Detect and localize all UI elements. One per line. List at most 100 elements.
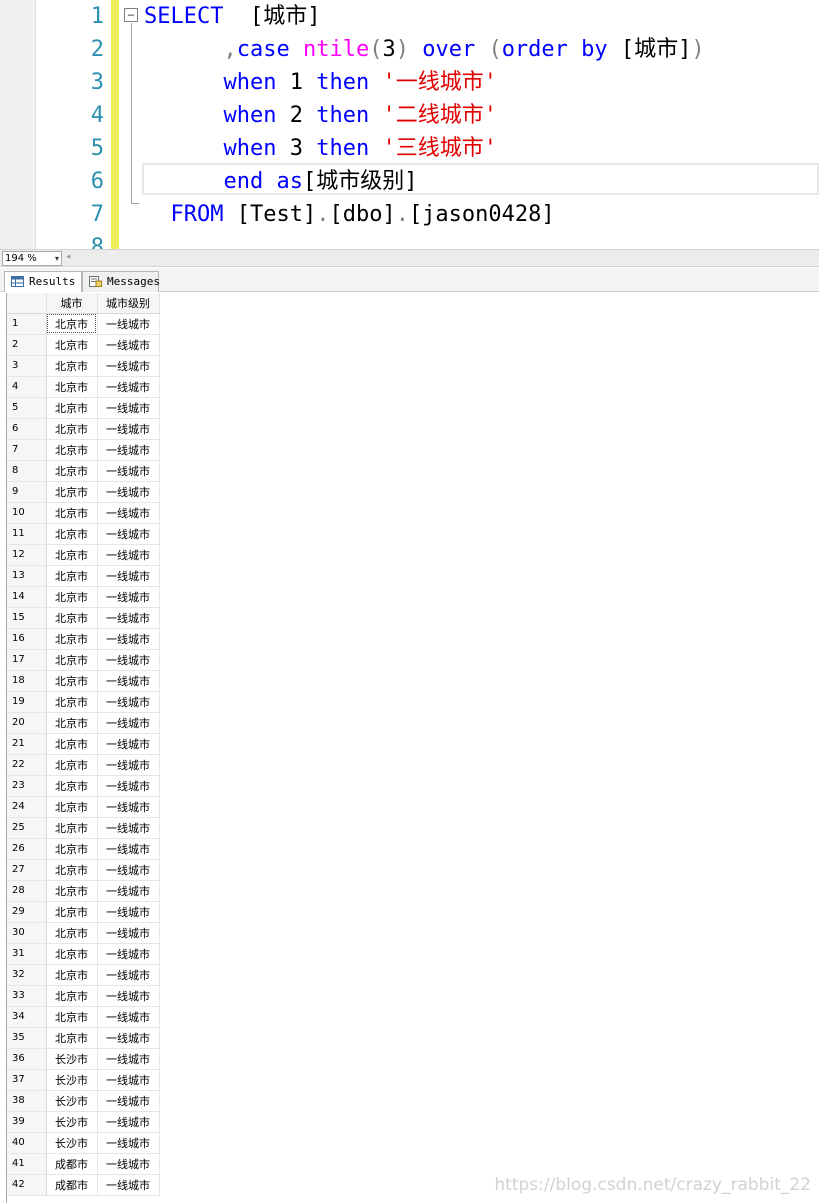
city-level-cell[interactable]: 一线城市 — [97, 313, 160, 335]
city-level-cell[interactable]: 一线城市 — [97, 1069, 160, 1091]
row-number-cell[interactable]: 32 — [7, 964, 47, 986]
row-number-cell[interactable]: 34 — [7, 1006, 47, 1028]
city-cell[interactable]: 北京市 — [46, 607, 98, 629]
row-number-cell[interactable]: 16 — [7, 628, 47, 650]
row-number-cell[interactable]: 42 — [7, 1174, 47, 1196]
city-cell[interactable]: 北京市 — [46, 880, 98, 902]
city-cell[interactable]: 北京市 — [46, 922, 98, 944]
city-level-cell[interactable]: 一线城市 — [97, 796, 160, 818]
city-level-cell[interactable]: 一线城市 — [97, 481, 160, 503]
table-row[interactable]: 34 北京市 一线城市 — [7, 1006, 160, 1028]
row-number-cell[interactable]: 14 — [7, 586, 47, 608]
city-level-cell[interactable]: 一线城市 — [97, 922, 160, 944]
city-cell[interactable]: 北京市 — [46, 796, 98, 818]
city-cell[interactable]: 北京市 — [46, 334, 98, 356]
row-number-cell[interactable]: 1 — [7, 313, 47, 335]
city-level-cell[interactable]: 一线城市 — [97, 628, 160, 650]
city-level-cell[interactable]: 一线城市 — [97, 1090, 160, 1112]
row-number-cell[interactable]: 27 — [7, 859, 47, 881]
city-cell[interactable]: 成都市 — [46, 1174, 98, 1196]
city-level-cell[interactable]: 一线城市 — [97, 523, 160, 545]
row-number-cell[interactable]: 37 — [7, 1069, 47, 1091]
table-row[interactable]: 31 北京市 一线城市 — [7, 943, 160, 965]
row-number-cell[interactable]: 17 — [7, 649, 47, 671]
tab-results[interactable]: Results — [4, 271, 82, 292]
row-number-cell[interactable]: 40 — [7, 1132, 47, 1154]
row-number-cell[interactable]: 5 — [7, 397, 47, 419]
table-row[interactable]: 14 北京市 一线城市 — [7, 586, 160, 608]
table-row[interactable]: 4 北京市 一线城市 — [7, 376, 160, 398]
city-cell[interactable]: 北京市 — [46, 754, 98, 776]
city-level-cell[interactable]: 一线城市 — [97, 397, 160, 419]
city-level-cell[interactable]: 一线城市 — [97, 1174, 160, 1196]
table-row[interactable]: 8 北京市 一线城市 — [7, 460, 160, 482]
row-number-cell[interactable]: 41 — [7, 1153, 47, 1175]
table-row[interactable]: 9 北京市 一线城市 — [7, 481, 160, 503]
city-level-cell[interactable]: 一线城市 — [97, 670, 160, 692]
row-number-cell[interactable]: 3 — [7, 355, 47, 377]
tab-messages[interactable]: Messages — [82, 271, 160, 292]
city-level-cell[interactable]: 一线城市 — [97, 943, 160, 965]
row-number-cell[interactable]: 35 — [7, 1027, 47, 1049]
table-row[interactable]: 13 北京市 一线城市 — [7, 565, 160, 587]
table-row[interactable]: 2 北京市 一线城市 — [7, 334, 160, 356]
city-cell[interactable]: 北京市 — [46, 859, 98, 881]
row-number-cell[interactable]: 20 — [7, 712, 47, 734]
table-row[interactable]: 24 北京市 一线城市 — [7, 796, 160, 818]
row-number-cell[interactable]: 11 — [7, 523, 47, 545]
city-cell[interactable]: 北京市 — [46, 628, 98, 650]
row-number-cell[interactable]: 28 — [7, 880, 47, 902]
results-grid[interactable]: 城市 城市级别 1 北京市 一线城市 2 北京市 一线城市 3 北京市 一线城市 4 北京市 一线城市… — [6, 293, 819, 1203]
city-level-cell[interactable]: 一线城市 — [97, 565, 160, 587]
city-level-cell[interactable]: 一线城市 — [97, 691, 160, 713]
table-row[interactable]: 26 北京市 一线城市 — [7, 838, 160, 860]
table-row[interactable]: 16 北京市 一线城市 — [7, 628, 160, 650]
city-level-cell[interactable]: 一线城市 — [97, 775, 160, 797]
table-row[interactable]: 25 北京市 一线城市 — [7, 817, 160, 839]
row-number-cell[interactable]: 30 — [7, 922, 47, 944]
row-number-cell[interactable]: 10 — [7, 502, 47, 524]
city-cell[interactable]: 北京市 — [46, 985, 98, 1007]
city-level-cell[interactable]: 一线城市 — [97, 649, 160, 671]
city-level-cell[interactable]: 一线城市 — [97, 1132, 160, 1154]
city-cell[interactable]: 北京市 — [46, 397, 98, 419]
city-cell[interactable]: 北京市 — [46, 691, 98, 713]
city-level-cell[interactable]: 一线城市 — [97, 754, 160, 776]
row-number-cell[interactable]: 22 — [7, 754, 47, 776]
row-number-cell[interactable]: 2 — [7, 334, 47, 356]
city-level-cell[interactable]: 一线城市 — [97, 607, 160, 629]
city-level-cell[interactable]: 一线城市 — [97, 838, 160, 860]
column-header-city[interactable]: 城市 — [46, 293, 98, 314]
table-row[interactable]: 41 成都市 一线城市 — [7, 1153, 160, 1175]
row-number-cell[interactable]: 38 — [7, 1090, 47, 1112]
city-level-cell[interactable]: 一线城市 — [97, 985, 160, 1007]
code-line[interactable]: when 2 then '二线城市' — [144, 99, 496, 132]
row-number-cell[interactable]: 36 — [7, 1048, 47, 1070]
table-row[interactable]: 37 长沙市 一线城市 — [7, 1069, 160, 1091]
city-level-cell[interactable]: 一线城市 — [97, 1006, 160, 1028]
column-header-city-level[interactable]: 城市级别 — [97, 293, 160, 314]
row-number-cell[interactable]: 6 — [7, 418, 47, 440]
city-cell[interactable]: 北京市 — [46, 376, 98, 398]
city-cell[interactable]: 北京市 — [46, 439, 98, 461]
city-level-cell[interactable]: 一线城市 — [97, 418, 160, 440]
table-row[interactable]: 19 北京市 一线城市 — [7, 691, 160, 713]
table-row[interactable]: 28 北京市 一线城市 — [7, 880, 160, 902]
table-row[interactable]: 38 长沙市 一线城市 — [7, 1090, 160, 1112]
city-level-cell[interactable]: 一线城市 — [97, 355, 160, 377]
zoom-level-dropdown[interactable]: 194 % ▾ — [2, 251, 62, 266]
city-level-cell[interactable]: 一线城市 — [97, 880, 160, 902]
table-row[interactable]: 17 北京市 一线城市 — [7, 649, 160, 671]
city-cell[interactable]: 北京市 — [46, 901, 98, 923]
table-row[interactable]: 32 北京市 一线城市 — [7, 964, 160, 986]
city-cell[interactable]: 北京市 — [46, 460, 98, 482]
table-row[interactable]: 39 长沙市 一线城市 — [7, 1111, 160, 1133]
code-line[interactable]: when 3 then '三线城市' — [144, 132, 496, 165]
code-line[interactable]: ,case ntile(3) over (order by [城市]) — [144, 33, 704, 66]
table-row[interactable]: 18 北京市 一线城市 — [7, 670, 160, 692]
row-number-cell[interactable]: 9 — [7, 481, 47, 503]
city-level-cell[interactable]: 一线城市 — [97, 1048, 160, 1070]
city-level-cell[interactable]: 一线城市 — [97, 439, 160, 461]
table-row[interactable]: 21 北京市 一线城市 — [7, 733, 160, 755]
row-number-cell[interactable]: 13 — [7, 565, 47, 587]
